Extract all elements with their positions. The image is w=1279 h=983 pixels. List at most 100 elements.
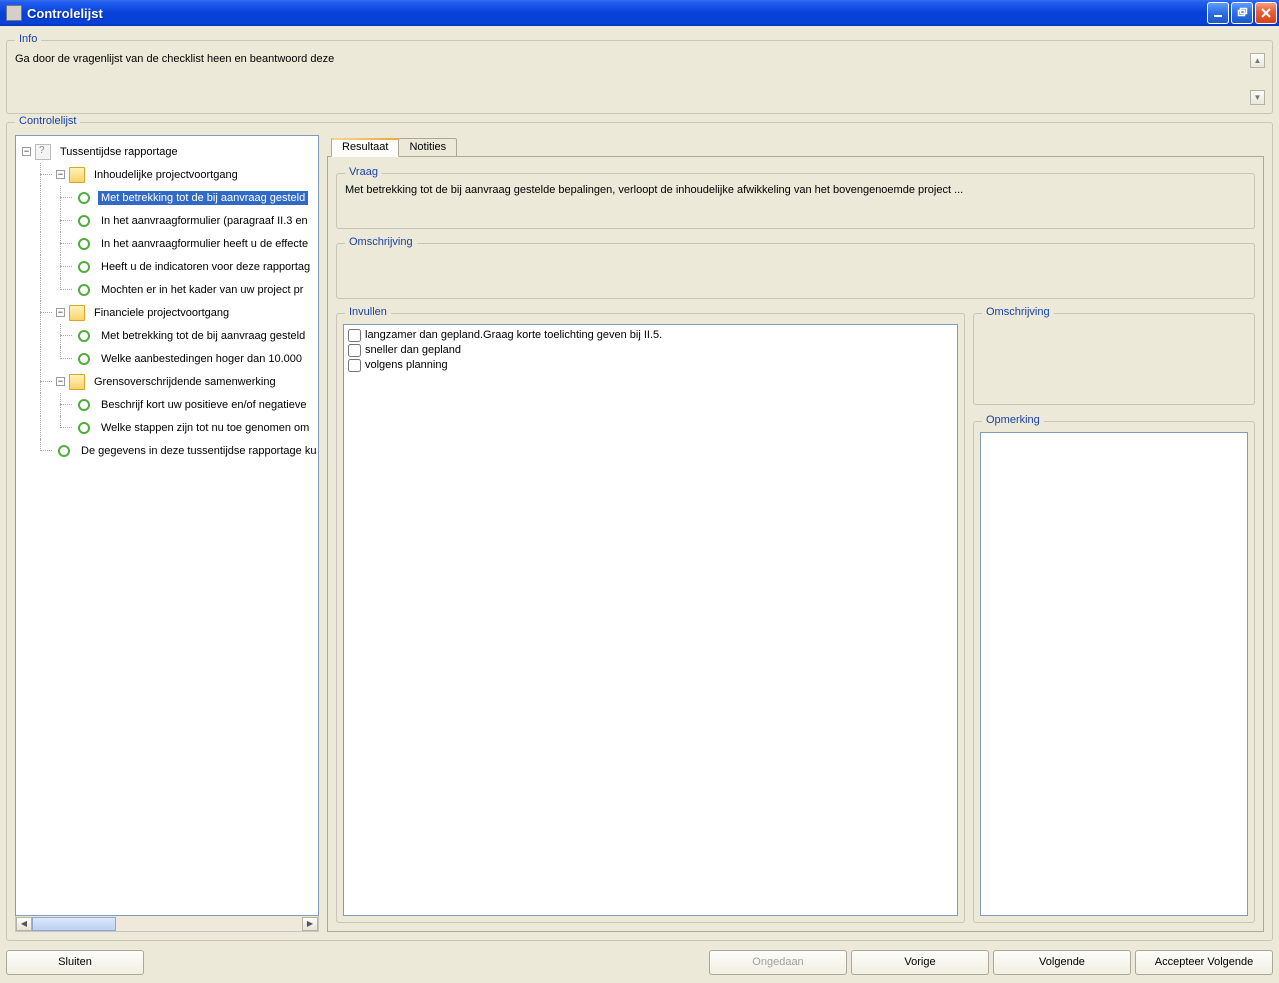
status-circle-icon bbox=[76, 282, 92, 298]
tree-item-label: Met betrekking tot de bij aanvraag geste… bbox=[98, 191, 308, 205]
description-title: Omschrijving bbox=[345, 236, 417, 248]
tree-item-label: In het aanvraagformulier (paragraaf II.3… bbox=[98, 214, 311, 228]
tree-item-label: In het aanvraagformulier heeft u de effe… bbox=[98, 237, 311, 251]
tab-notes[interactable]: Notities bbox=[398, 138, 457, 156]
fill-title: Invullen bbox=[345, 306, 391, 318]
next-button[interactable]: Volgende bbox=[993, 950, 1131, 975]
tree-item[interactable]: Welke stappen zijn tot nu toe genomen om bbox=[16, 416, 318, 439]
prev-button[interactable]: Vorige bbox=[851, 950, 989, 975]
tree-group-label: Grensoverschrijdende samenwerking bbox=[91, 375, 279, 389]
side-description-group: Omschrijving bbox=[973, 313, 1255, 405]
collapse-icon[interactable]: − bbox=[56, 308, 65, 317]
tree-item[interactable]: In het aanvraagformulier (paragraaf II.3… bbox=[16, 209, 318, 232]
option-checkbox[interactable] bbox=[348, 329, 361, 342]
undo-button[interactable]: Ongedaan bbox=[709, 950, 847, 975]
folder-icon bbox=[69, 305, 85, 321]
side-description-title: Omschrijving bbox=[982, 306, 1054, 318]
tree-item[interactable]: De gegevens in deze tussentijdse rapport… bbox=[16, 439, 318, 462]
status-circle-icon bbox=[76, 190, 92, 206]
status-circle-icon bbox=[76, 213, 92, 229]
tree-item[interactable]: In het aanvraagformulier heeft u de effe… bbox=[16, 232, 318, 255]
question-title: Vraag bbox=[345, 166, 382, 178]
scroll-down-icon[interactable]: ▼ bbox=[1250, 90, 1265, 105]
folder-icon bbox=[69, 167, 85, 183]
close-dialog-button[interactable]: Sluiten bbox=[6, 950, 144, 975]
tree-item-label: Beschrijf kort uw positieve en/of negati… bbox=[98, 398, 309, 412]
tab-notes-label: Notities bbox=[409, 141, 446, 153]
question-group: Vraag Met betrekking tot de bij aanvraag… bbox=[336, 173, 1255, 229]
tab-body: Vraag Met betrekking tot de bij aanvraag… bbox=[327, 156, 1264, 932]
title-bar: Controlelijst bbox=[0, 0, 1279, 26]
option-label: volgens planning bbox=[365, 358, 448, 373]
collapse-icon[interactable]: − bbox=[22, 147, 31, 156]
accept-next-button-label: Accepteer Volgende bbox=[1155, 956, 1253, 968]
tree-group-label: Financiele projectvoortgang bbox=[91, 306, 232, 320]
accept-next-button[interactable]: Accepteer Volgende bbox=[1135, 950, 1273, 975]
tree-item-label: Welke stappen zijn tot nu toe genomen om bbox=[98, 421, 312, 435]
option-label: langzamer dan gepland.Graag korte toelic… bbox=[365, 328, 662, 343]
status-circle-icon bbox=[76, 351, 92, 367]
option-row[interactable]: langzamer dan gepland.Graag korte toelic… bbox=[346, 328, 955, 343]
tree-root-label: Tussentijdse rapportage bbox=[57, 145, 181, 159]
tabs: Resultaat Notities bbox=[327, 135, 1264, 156]
tree-item[interactable]: Met betrekking tot de bij aanvraag geste… bbox=[16, 186, 318, 209]
maximize-button[interactable] bbox=[1231, 2, 1253, 24]
tree-item-label: Welke aanbestedingen hoger dan 10.000 bbox=[98, 352, 305, 366]
scroll-right-icon[interactable]: ▶ bbox=[302, 917, 318, 931]
tree-item-label: Met betrekking tot de bij aanvraag geste… bbox=[98, 329, 308, 343]
tree-item[interactable]: Welke aanbestedingen hoger dan 10.000 bbox=[16, 347, 318, 370]
info-group: Info Ga door de vragenlijst van de check… bbox=[6, 40, 1273, 114]
description-group: Omschrijving bbox=[336, 243, 1255, 299]
status-circle-icon bbox=[76, 420, 92, 436]
option-row[interactable]: volgens planning bbox=[346, 358, 955, 373]
fill-group: Invullen langzamer dan gepland.Graag kor… bbox=[336, 313, 965, 923]
tree-group[interactable]: − Grensoverschrijdende samenwerking bbox=[16, 370, 318, 393]
tree-item[interactable]: Mochten er in het kader van uw project p… bbox=[16, 278, 318, 301]
document-icon bbox=[35, 144, 51, 160]
scroll-up-icon[interactable]: ▲ bbox=[1250, 53, 1265, 68]
scroll-thumb[interactable] bbox=[32, 917, 116, 931]
option-checkbox[interactable] bbox=[348, 344, 361, 357]
info-message: Ga door de vragenlijst van de checklist … bbox=[15, 53, 1250, 105]
option-label: sneller dan gepland bbox=[365, 343, 461, 358]
collapse-icon[interactable]: − bbox=[56, 170, 65, 179]
tab-result[interactable]: Resultaat bbox=[331, 138, 399, 157]
info-scroll: ▲ ▼ bbox=[1250, 53, 1266, 105]
tree-item[interactable]: Beschrijf kort uw positieve en/of negati… bbox=[16, 393, 318, 416]
close-button[interactable] bbox=[1255, 2, 1277, 24]
close-button-label: Sluiten bbox=[58, 956, 92, 968]
window-controls bbox=[1207, 2, 1279, 24]
scroll-left-icon[interactable]: ◀ bbox=[16, 917, 32, 931]
description-text bbox=[337, 244, 1254, 262]
tree-item-label: Heeft u de indicatoren voor deze rapport… bbox=[98, 260, 313, 274]
checklist-tree[interactable]: − Tussentijdse rapportage − Inhoudelijke… bbox=[15, 135, 319, 916]
window-title: Controlelijst bbox=[27, 6, 1207, 21]
undo-button-label: Ongedaan bbox=[752, 956, 803, 968]
collapse-icon[interactable]: − bbox=[56, 377, 65, 386]
tree-group-label: Inhoudelijke projectvoortgang bbox=[91, 168, 241, 182]
remark-group: Opmerking bbox=[973, 421, 1255, 923]
tree-item[interactable]: Met betrekking tot de bij aanvraag geste… bbox=[16, 324, 318, 347]
tree-item-label: De gegevens in deze tussentijdse rapport… bbox=[78, 444, 319, 458]
remark-title: Opmerking bbox=[982, 414, 1044, 426]
tree-group[interactable]: − Inhoudelijke projectvoortgang bbox=[16, 163, 318, 186]
status-circle-icon bbox=[76, 328, 92, 344]
fill-options[interactable]: langzamer dan gepland.Graag korte toelic… bbox=[343, 324, 958, 916]
status-circle-icon bbox=[76, 236, 92, 252]
status-circle-icon bbox=[56, 443, 72, 459]
tree-hscrollbar[interactable]: ◀ ▶ bbox=[15, 916, 319, 932]
status-circle-icon bbox=[76, 259, 92, 275]
tree-panel: − Tussentijdse rapportage − Inhoudelijke… bbox=[15, 135, 319, 932]
detail-panel: Resultaat Notities Vraag Met betrekking … bbox=[327, 135, 1264, 932]
prev-button-label: Vorige bbox=[904, 956, 935, 968]
option-checkbox[interactable] bbox=[348, 359, 361, 372]
option-row[interactable]: sneller dan gepland bbox=[346, 343, 955, 358]
remark-textarea[interactable] bbox=[980, 432, 1248, 916]
tab-result-label: Resultaat bbox=[342, 141, 388, 153]
tree-group[interactable]: − Financiele projectvoortgang bbox=[16, 301, 318, 324]
tree-root[interactable]: − Tussentijdse rapportage bbox=[16, 140, 318, 163]
tree-item-label: Mochten er in het kader van uw project p… bbox=[98, 283, 306, 297]
tree-item[interactable]: Heeft u de indicatoren voor deze rapport… bbox=[16, 255, 318, 278]
minimize-button[interactable] bbox=[1207, 2, 1229, 24]
next-button-label: Volgende bbox=[1039, 956, 1085, 968]
